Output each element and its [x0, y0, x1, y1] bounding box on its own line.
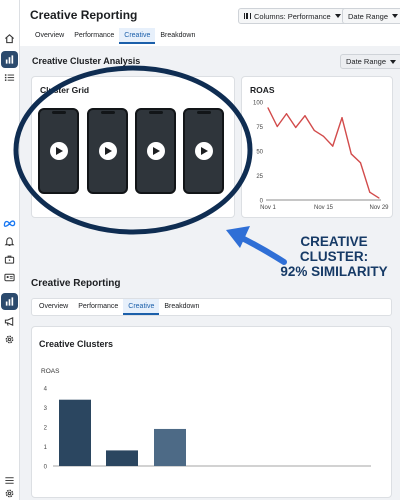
data-point [350, 153, 352, 155]
y-axis-label: ROAS [41, 368, 60, 375]
bar [154, 428, 186, 466]
bar-chart-icon[interactable] [1, 293, 18, 310]
y-tick-label: 75 [256, 125, 263, 131]
x-tick-label: Nov 1 [260, 205, 276, 211]
y-tick-label: 100 [253, 101, 264, 107]
tab-performance[interactable]: Performance [69, 28, 119, 44]
creative-thumbnail[interactable] [183, 108, 224, 194]
id-card-icon[interactable] [1, 269, 18, 286]
bar-chart-icon[interactable] [1, 51, 18, 68]
data-point [322, 135, 325, 137]
sidebar-rail [0, 0, 20, 500]
bar [106, 450, 138, 466]
megaphone-icon[interactable] [1, 313, 18, 330]
bar [59, 399, 91, 466]
y-tick-label: 25 [256, 174, 263, 180]
app-window: Creative Reporting Columns: Performance … [0, 0, 400, 500]
date-range-dropdown[interactable]: Date Range [342, 8, 400, 24]
y-tick-label: 4 [44, 387, 48, 393]
phone-notch [100, 111, 115, 114]
creative-clusters-bar-chart: ROAS 0 1 2 3 4 [41, 368, 371, 471]
y-tick-label: 0 [260, 199, 264, 205]
data-point [332, 145, 334, 147]
creative-thumbnail[interactable] [87, 108, 128, 194]
columns-icon [244, 13, 251, 19]
page-title: Creative Reporting [30, 8, 138, 22]
roas-line-chart: 0 25 50 75 100 Nov 1 Nov 15 Nov 29 [253, 101, 389, 212]
y-tick-label: 50 [256, 150, 263, 156]
data-point [285, 113, 288, 115]
second-section-tabs: Overview Performance Creative Breakdown [31, 298, 392, 316]
play-icon[interactable] [98, 142, 117, 160]
tab-creative[interactable]: Creative [123, 299, 160, 315]
annotation-arrow-head [226, 226, 250, 248]
tab-creative[interactable]: Creative [119, 28, 156, 44]
gear-icon[interactable] [1, 331, 18, 348]
chevron-down-icon [390, 59, 397, 64]
annotation-label: CREATIVE CLUSTER: 92% SIMILARITY [280, 234, 388, 279]
play-icon[interactable] [194, 142, 213, 160]
data-point [267, 107, 269, 109]
creative-thumbnail[interactable] [135, 108, 176, 194]
cluster-grid-title: Cluster Grid [40, 85, 90, 95]
data-point [359, 162, 362, 164]
y-tick-label: 1 [44, 445, 48, 451]
y-tick-label: 3 [44, 406, 48, 412]
tab-overview[interactable]: Overview [34, 299, 73, 315]
chevron-down-icon [392, 14, 399, 18]
home-icon[interactable] [1, 30, 18, 47]
columns-dropdown-label: Columns: Performance [254, 11, 331, 21]
data-point [313, 129, 315, 132]
chevron-down-icon [334, 14, 341, 18]
tab-breakdown[interactable]: Breakdown [155, 28, 200, 44]
creative-clusters-title: Creative Clusters [39, 339, 114, 349]
phone-notch [196, 111, 211, 114]
creative-thumbnail[interactable] [38, 108, 79, 194]
header-tabs: Overview Performance Creative Breakdown [30, 28, 200, 44]
date-range-label: Date Range [348, 11, 389, 21]
header: Creative Reporting Columns: Performance … [20, 0, 400, 46]
bell-icon[interactable] [1, 233, 18, 250]
briefcase-icon[interactable] [1, 251, 18, 268]
data-point [276, 125, 278, 128]
analysis-date-range-dropdown[interactable]: Date Range [340, 54, 400, 69]
play-icon[interactable] [146, 142, 165, 160]
phone-notch [51, 111, 66, 114]
data-point [369, 191, 371, 193]
series-line [267, 107, 380, 199]
x-tick-label: Nov 15 [314, 205, 334, 211]
tab-breakdown[interactable]: Breakdown [159, 299, 204, 315]
gear-icon[interactable] [1, 485, 18, 500]
columns-dropdown[interactable]: Columns: Performance [238, 8, 347, 24]
analysis-date-range-label: Date Range [346, 57, 387, 66]
play-icon[interactable] [49, 142, 68, 160]
x-tick-label: Nov 29 [369, 205, 389, 211]
data-point [304, 115, 306, 117]
phone-notch [148, 111, 163, 114]
analysis-title: Creative Cluster Analysis [32, 56, 141, 66]
y-tick-label: 2 [44, 426, 48, 432]
meta-logo-icon[interactable] [1, 215, 18, 232]
data-point [378, 197, 380, 199]
data-point [341, 117, 343, 119]
second-section-title: Creative Reporting [31, 278, 121, 289]
tab-performance[interactable]: Performance [73, 299, 123, 315]
list-icon[interactable] [1, 69, 18, 86]
tab-overview[interactable]: Overview [30, 28, 69, 44]
y-tick-label: 0 [44, 465, 48, 471]
data-point [295, 126, 297, 129]
